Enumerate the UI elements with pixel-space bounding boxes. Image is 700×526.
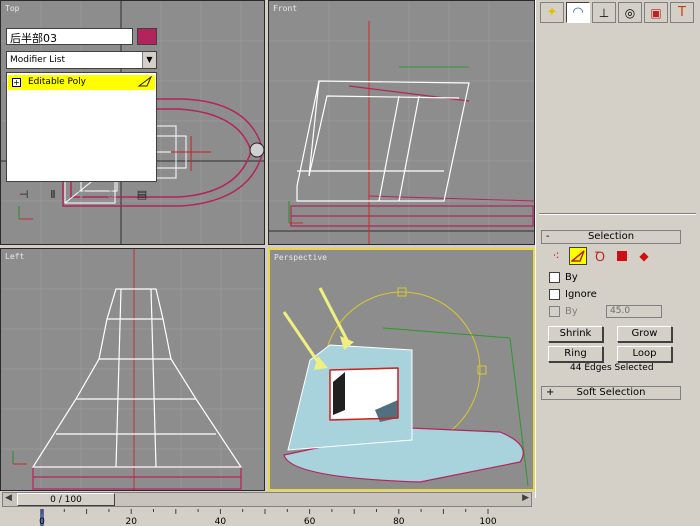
edge-subobject-icon [137,75,153,90]
ruler-tick-label: 100 [479,517,496,526]
panel-tabs: ✦ ◠ ⊥ ◎ ▣ T [540,2,694,23]
modifier-list-label: Modifier List [10,55,65,65]
stack-item-label: Editable Poly [28,77,86,87]
shrink-button[interactable]: Shrink [548,326,603,342]
perspective-viewport[interactable]: Perspective [268,248,535,491]
border-icon: Ꝺ [594,250,606,265]
motion-tab[interactable]: ◎ [618,2,642,23]
soft-selection-rollout-header[interactable]: + Soft Selection [541,386,681,400]
selection-rollout-header[interactable]: - Selection [541,230,681,244]
vertex-level-button[interactable]: ⁖ [547,247,565,265]
previous-frame-icon[interactable]: ◀ [5,493,12,503]
create-icon: ✦ [546,5,558,20]
expand-sign: + [546,387,555,398]
element-level-button[interactable]: ◆ [635,247,653,265]
selection-rollout-title: Selection [587,231,635,242]
edge-icon [571,250,585,262]
modify-icon: ◠ [572,5,584,20]
hierarchy-icon: ⊥ [598,5,610,20]
checkbox-box [549,272,560,283]
polygon-icon [617,251,627,261]
viewport-label-top: Top [5,4,20,13]
object-color-swatch[interactable] [137,28,157,45]
ignore-backfacing-checkbox[interactable]: Ignore [549,289,597,300]
by-angle-label: By [565,306,578,317]
chevron-down-icon: ▼ [142,52,156,68]
edge-level-button[interactable] [569,247,587,265]
timeline: ◀ 0 / 100 ▶ 0 20 40 60 80 100 [0,491,535,526]
front-viewport[interactable]: Front [268,0,535,245]
border-level-button[interactable]: Ꝺ [591,247,609,265]
configure-sets-icon[interactable]: ▤ [137,188,147,201]
make-unique-icon[interactable]: ∀ [78,188,86,201]
checkbox-box [549,306,560,317]
frame-ruler[interactable]: 0 20 40 60 80 100 [0,509,535,526]
checkbox-box [549,289,560,300]
next-frame-icon[interactable]: ▶ [522,493,529,503]
utilities-icon: T [678,5,686,20]
soft-selection-rollout[interactable]: + Soft Selection [541,386,681,400]
by-vertex-checkbox[interactable]: By [549,272,578,283]
ruler-tick-label: 20 [125,517,137,526]
loop-button[interactable]: Loop [617,346,672,362]
pin-stack-icon[interactable]: ⊣ [19,188,29,201]
vertex-icon: ⁖ [552,249,560,263]
utilities-tab[interactable]: T [670,2,694,23]
object-name-field[interactable]: 后半部03 [6,28,133,45]
remove-modifier-icon[interactable]: ♁ [107,188,115,201]
grow-button[interactable]: Grow [617,326,672,342]
angle-threshold-spinner[interactable]: 45.0 [606,305,662,318]
time-slider-thumb[interactable]: 0 / 100 [17,493,115,506]
collapse-sign: - [546,231,550,242]
polygon-level-button[interactable] [613,247,631,265]
by-vertex-label: By [565,272,578,283]
display-tab[interactable]: ▣ [644,2,668,23]
modifier-list-dropdown[interactable]: Modifier List ▼ [6,51,157,69]
time-slider[interactable]: ◀ 0 / 100 ▶ [2,492,532,507]
viewport-label-front: Front [273,4,298,13]
ruler-tick-label: 80 [393,517,405,526]
ruler-tick-label: 60 [304,517,316,526]
create-tab[interactable]: ✦ [540,2,564,23]
show-end-result-icon[interactable]: Ⅱ [50,188,55,201]
display-icon: ▣ [650,5,662,20]
viewport-label-perspective: Perspective [274,253,327,262]
soft-selection-rollout-title: Soft Selection [576,387,646,398]
hierarchy-tab[interactable]: ⊥ [592,2,616,23]
ignore-backfacing-label: Ignore [565,289,597,300]
selection-rollout[interactable]: - Selection [541,230,681,244]
left-viewport[interactable]: Left [0,248,265,491]
stack-tools: ⊣ Ⅱ ∀ ♁ ▤ [8,188,158,201]
ruler-tick-label: 0 [39,517,45,526]
ruler-tick-label: 40 [215,517,227,526]
by-angle-checkbox[interactable]: By [549,306,578,317]
modifier-stack[interactable]: + Editable Poly [6,72,157,182]
stack-item-editable-poly[interactable]: + Editable Poly [8,75,155,90]
subobject-level-buttons: ⁖ Ꝺ ◆ [547,247,653,265]
viewport-label-left: Left [5,252,25,261]
selection-status-text: 44 Edges Selected [570,363,654,373]
panel-divider [539,213,696,215]
motion-icon: ◎ [624,5,636,20]
modify-tab[interactable]: ◠ [566,2,590,23]
expand-icon[interactable]: + [12,78,21,87]
element-icon: ◆ [639,249,649,263]
ring-button[interactable]: Ring [548,346,603,362]
